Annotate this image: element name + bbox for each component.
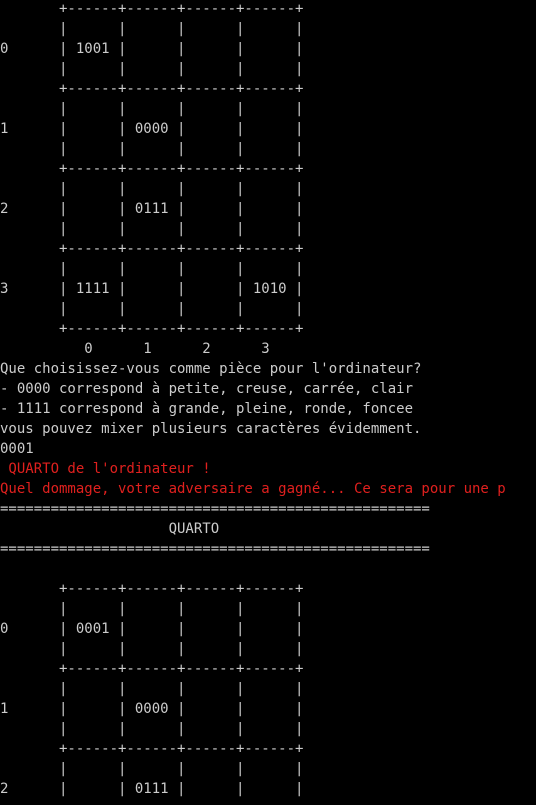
console-line: Que choisissez-vous comme pièce pour l'o… [0,361,422,377]
console-line: | | | | | [0,101,304,117]
console-line: | | | | | [0,221,304,237]
console-line: +------+------+------+------+ [0,321,304,337]
console-line: | | | | | [0,261,304,277]
console-line: 2 | | 0111 | | | [0,201,304,217]
console-line: | | | | | [0,61,304,77]
console-line: 3 | 1111 | | | 1010 | [0,281,304,297]
console-output[interactable]: +------+------+------+------+ | | | | | 0… [0,0,536,805]
console-line: 1 | | 0000 | | | [0,121,304,137]
console-line: | | | | | [0,681,304,697]
console-line: | | | | | [0,721,304,737]
console-line: +------+------+------+------+ [0,1,304,17]
console-line: ========================================… [0,541,430,557]
console-line: +------+------+------+------+ [0,581,304,597]
console-line: | | | | | [0,21,304,37]
console-line: vous pouvez mixer plusieurs caractères é… [0,421,422,437]
console-line: 0 | 1001 | | | | [0,41,304,57]
console-line: 0 1 2 3 [0,341,270,357]
console-line: ========================================… [0,501,430,517]
console-line: QUARTO [0,521,220,537]
console-line: 0001 [0,441,34,457]
console-line: +------+------+------+------+ [0,741,304,757]
console-line: | | | | | [0,601,304,617]
console-line: | | | | | [0,181,304,197]
console-line: +------+------+------+------+ [0,161,304,177]
console-line: | | | | | [0,301,304,317]
console-line: 0 | 0001 | | | | [0,621,304,637]
console-line: +------+------+------+------+ [0,241,304,257]
console-line: 1 | | 0000 | | | [0,701,304,717]
console-line: | | | | | [0,761,304,777]
console-line: +------+------+------+------+ [0,81,304,97]
console-line: Quel dommage, votre adversaire a gagné..… [0,481,506,497]
console-line: - 0000 correspond à petite, creuse, carr… [0,381,414,397]
console-line: | | | | | [0,641,304,657]
console-line: +------+------+------+------+ [0,661,304,677]
console-line: QUARTO de l'ordinateur ! [0,461,211,477]
console-line: 2 | | 0111 | | | [0,781,304,797]
console-line: | | | | | [0,141,304,157]
console-line: - 1111 correspond à grande, pleine, rond… [0,401,414,417]
